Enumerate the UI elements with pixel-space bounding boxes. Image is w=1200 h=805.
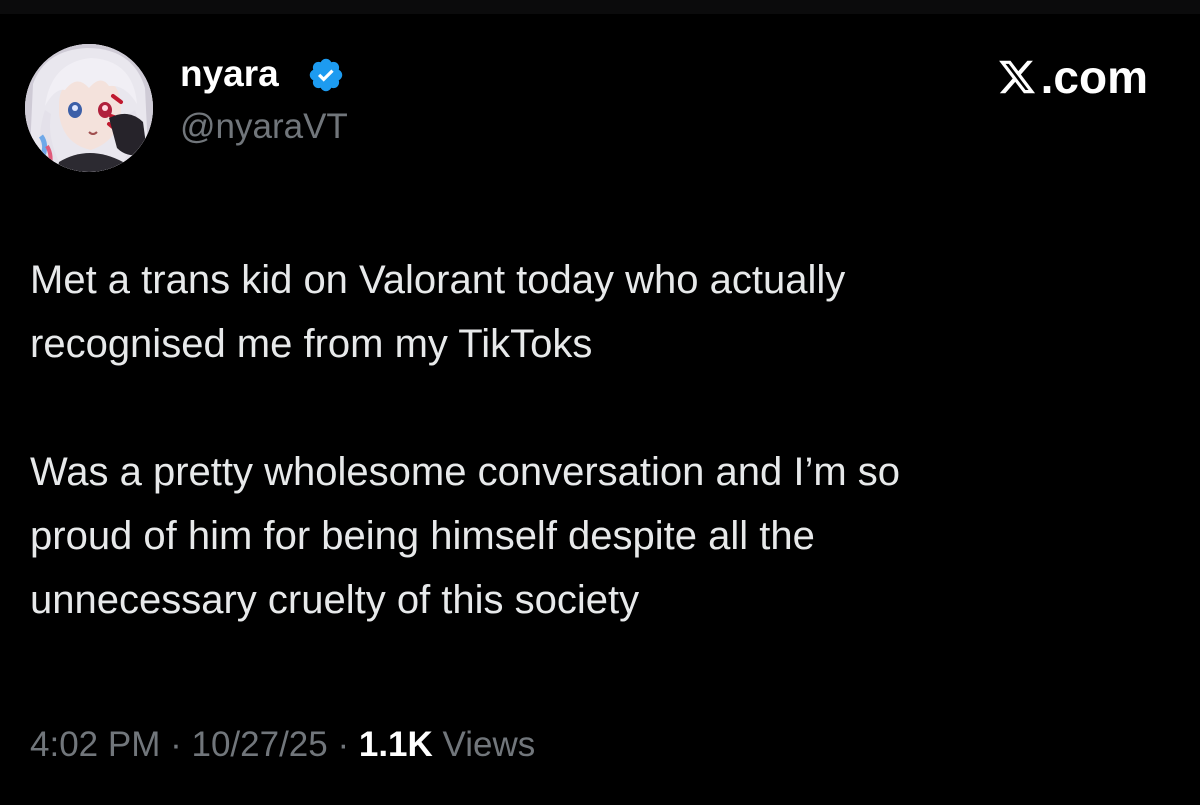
brand-domain-text: .com — [1040, 51, 1148, 103]
display-name[interactable]: nyara — [180, 52, 279, 96]
tweet-text: Met a trans kid on Valorant today who ac… — [30, 248, 1170, 632]
tweet-paragraph: Met a trans kid on Valorant today who ac… — [30, 258, 846, 366]
tweet-meta: 4:02 PM · 10/27/25 · 1.1K Views — [30, 723, 535, 767]
verified-badge-icon — [309, 58, 343, 92]
avatar[interactable] — [25, 44, 153, 172]
tweet-paragraph: Was a pretty wholesome conversation and … — [30, 450, 901, 622]
tweet-time[interactable]: 4:02 PM — [30, 725, 160, 764]
anime-avatar-icon — [25, 44, 153, 172]
views-count[interactable]: 1.1K — [359, 725, 433, 764]
meta-separator: · — [337, 725, 350, 764]
meta-separator: · — [170, 725, 182, 764]
tweet-date[interactable]: 10/27/25 — [191, 725, 327, 764]
top-strip — [0, 0, 1200, 14]
brand-logo: .com — [997, 53, 1148, 101]
tweet-card: nyara @nyaraVT .com Met a trans kid on V… — [0, 0, 1200, 805]
author-handle[interactable]: @nyaraVT — [180, 106, 348, 148]
x-logo-icon — [998, 60, 1035, 94]
views-label: Views — [442, 725, 536, 764]
